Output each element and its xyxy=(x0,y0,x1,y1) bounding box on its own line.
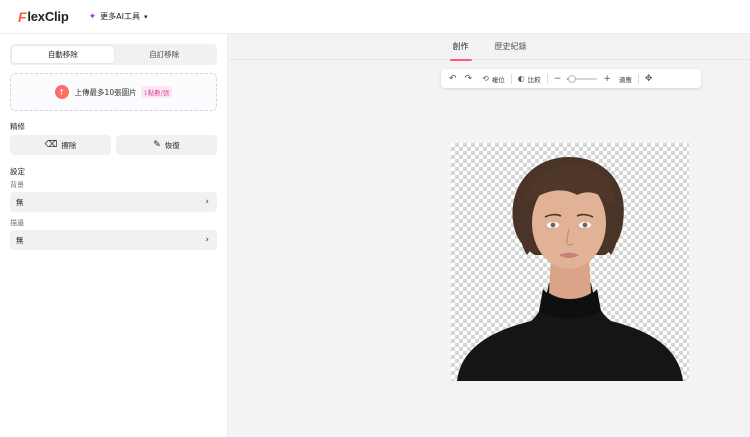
divider xyxy=(510,73,512,84)
compare-icon: ◐ xyxy=(517,74,525,83)
removal-mode-switch: 自動移除 自訂移除 xyxy=(10,44,217,65)
reset-label: 複位 xyxy=(491,75,505,84)
brush-icon: ✎ xyxy=(153,140,161,150)
fit-label: 適應 xyxy=(618,75,632,84)
redo-icon: ↷ xyxy=(464,73,473,84)
erase-button[interactable]: ⌫ 擦除 xyxy=(10,135,111,155)
compare-button[interactable]: ◐ 比較 xyxy=(518,74,541,84)
reset-button[interactable]: ⟲ 複位 xyxy=(482,74,505,84)
zoom-in-button[interactable]: + xyxy=(603,74,611,84)
portrait-cutout xyxy=(457,157,683,381)
chevron-down-icon: ▾ xyxy=(143,12,148,21)
pan-button[interactable]: ✥ xyxy=(645,74,653,84)
compare-label: 比較 xyxy=(527,75,541,84)
redo-button[interactable]: ↷ xyxy=(465,74,473,84)
plus-icon: + xyxy=(603,73,611,84)
fit-button[interactable]: 適應 xyxy=(619,74,632,84)
result-image xyxy=(451,143,689,381)
divider xyxy=(546,73,548,84)
upload-text: 上傳最多10張圖片 xyxy=(74,87,137,97)
upload-icon: ↑ xyxy=(54,85,69,99)
more-ai-tools-dropdown[interactable]: ✦ 更多AI工具 ▾ xyxy=(89,11,148,22)
logo-f: F xyxy=(18,8,27,25)
stroke-label: 描邊 xyxy=(10,219,24,227)
custom-remove-tab[interactable]: 自訂移除 xyxy=(114,46,216,63)
logo-text: lexClip xyxy=(27,9,69,24)
top-header: FlexClip ✦ 更多AI工具 ▾ xyxy=(0,0,750,34)
more-ai-tools-label: 更多AI工具 xyxy=(100,12,140,21)
stroke-select[interactable]: 無 › xyxy=(10,230,217,250)
undo-button[interactable]: ↶ xyxy=(449,74,457,84)
minus-icon: − xyxy=(553,73,562,84)
settings-section-label: 設定 xyxy=(10,167,25,176)
divider xyxy=(637,73,639,84)
tab-history[interactable]: 歷史紀錄 xyxy=(495,34,527,60)
undo-icon: ↶ xyxy=(449,73,457,84)
background-label: 背景 xyxy=(10,181,24,189)
restore-button[interactable]: ✎ 恢復 xyxy=(116,135,217,155)
auto-remove-tab[interactable]: 自動移除 xyxy=(12,46,114,63)
credit-badge: 1點數/張 xyxy=(140,86,173,98)
left-panel: 自動移除 自訂移除 ↑ 上傳最多10張圖片 1點數/張 精修 ⌫ 擦除 ✎ 恢復… xyxy=(0,34,228,437)
move-arrows-icon: ✥ xyxy=(644,73,653,84)
upload-dropzone[interactable]: ↑ 上傳最多10張圖片 1點數/張 xyxy=(10,73,217,111)
chevron-right-icon: › xyxy=(205,235,209,245)
zoom-out-button[interactable]: − xyxy=(554,74,562,84)
refine-section-label: 精修 xyxy=(10,122,25,131)
flexclip-logo[interactable]: FlexClip xyxy=(18,9,69,25)
zoom-slider[interactable] xyxy=(567,74,598,83)
background-value: 無 xyxy=(16,197,24,207)
zoom-slider-handle[interactable] xyxy=(567,74,576,83)
eraser-icon: ⌫ xyxy=(44,140,58,150)
workspace-tabs: 創作 歷史紀錄 xyxy=(229,34,750,61)
tab-create[interactable]: 創作 xyxy=(449,34,472,61)
canvas-toolbar: ↶ ↷ ⟲ 複位 ◐ 比較 − + 適應 ✥ xyxy=(441,69,701,88)
stroke-value: 無 xyxy=(16,235,24,245)
reset-icon: ⟲ xyxy=(482,74,489,83)
chevron-right-icon: › xyxy=(205,197,209,207)
sparkle-icon: ✦ xyxy=(88,11,97,22)
erase-label: 擦除 xyxy=(61,140,77,150)
restore-label: 恢復 xyxy=(164,140,180,150)
background-select[interactable]: 無 › xyxy=(10,192,217,212)
